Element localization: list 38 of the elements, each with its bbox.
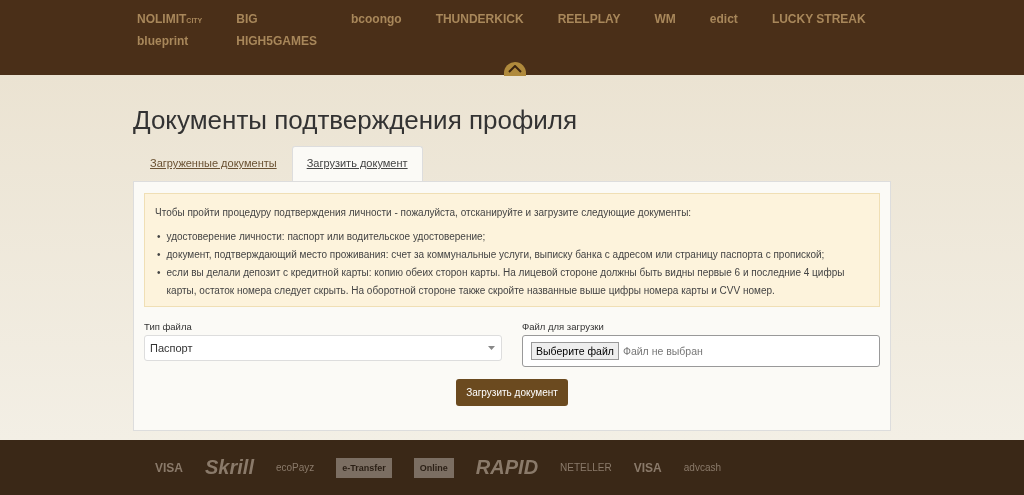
provider-logo: BIG [236,12,259,26]
payment-logo: VISA [633,460,662,475]
payment-logo: ecoPayz [275,462,315,473]
tab[interactable]: Загруженные документы [135,146,292,181]
file-status: Файл не выбран [622,345,703,357]
requirement-item: удостоверение личности: паспорт или водительское удостоверение; [166,230,486,244]
payment-logo: RAPID [475,456,539,479]
provider-logo: bcoongo [350,12,402,26]
choose-file-button[interactable]: Выберите файл [531,342,619,360]
provider-logo: REELPLAY [557,12,621,26]
bullet: • [157,230,161,244]
scroll-up-button[interactable] [504,62,526,76]
payment-logo: VISA [155,460,183,475]
provider-logo: LUCKY STREAK [771,12,866,26]
info-text: Чтобы пройти процедуру подтверждения личности - пожалуйста, отсканируйте и загрузите следующие документы: [155,206,693,220]
tab[interactable]: Загрузить документ [291,146,423,181]
requirement-item: документ, подтверждающий место проживания: счет за коммунальные услуги, выписку банка с адресом или страницу паспорта с пропиской; [166,248,825,262]
bullet: • [157,248,161,262]
payment-logo: NETELLER [560,462,612,473]
payment-logo: Skrill [205,456,254,479]
upload-button[interactable]: Загрузить документ [456,379,568,406]
file-field[interactable]: Выберите файл Файл не выбран [522,335,880,367]
provider-logo: WM [654,12,676,26]
field-label: Тип файла [144,321,193,332]
provider-logo: blueprint [137,34,190,48]
provider-logo: edict [709,12,738,26]
page-title: Документы подтверждения профиля [133,105,579,136]
caret-icon [488,346,495,350]
requirement-item: если вы делали депозит с кредитной карты: копию обеих сторон карты. На лицевой стороне должны быть видны первые 6 и последние 4 цифры карты, остаток номера следует скрыть. На оборотной стороне также скройте названные выше цифры номера карты и CVV номер. [166,266,846,298]
file-type-select[interactable]: Паспорт [144,335,502,361]
provider-logo: HIGH5GAMES [236,34,317,48]
payment-logo: advcash [683,462,722,473]
chevron-up-icon [508,65,522,73]
bullet: • [157,266,161,280]
provider-logo: THUNDERKICK [435,12,524,26]
payment-logo: e-Transfer [336,457,392,478]
field-label: Файл для загрузки [522,321,605,332]
payment-logo: Online [413,457,454,478]
